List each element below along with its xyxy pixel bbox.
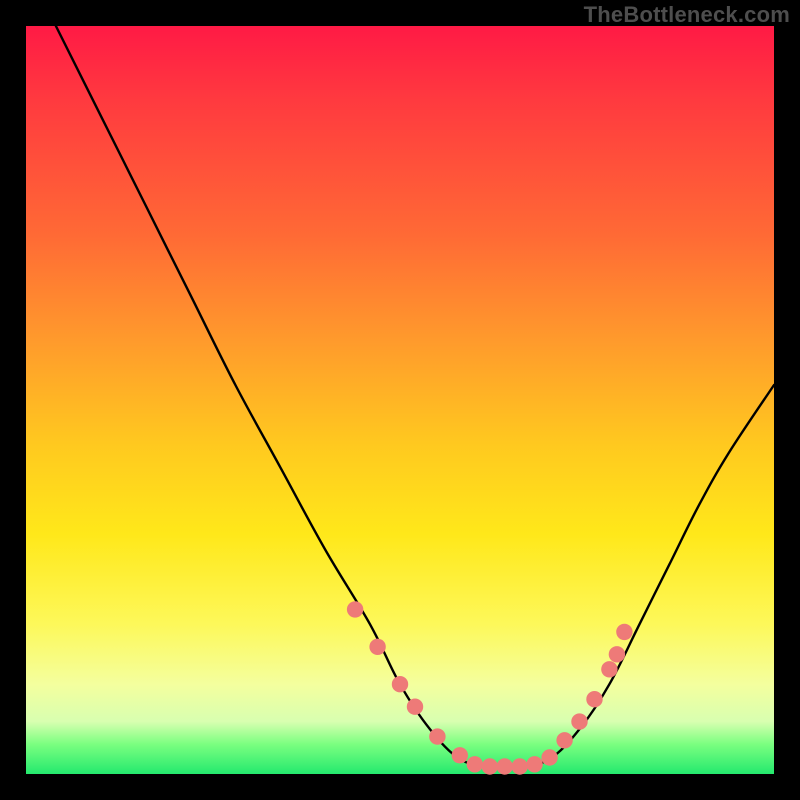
bottleneck-curve bbox=[56, 26, 774, 768]
watermark-text: TheBottleneck.com bbox=[584, 2, 790, 28]
threshold-dot bbox=[609, 646, 625, 662]
threshold-dot bbox=[467, 756, 483, 772]
threshold-dot bbox=[541, 749, 557, 765]
curve-svg bbox=[26, 26, 774, 774]
threshold-dot bbox=[407, 699, 423, 715]
threshold-dot bbox=[497, 758, 513, 774]
threshold-dot bbox=[601, 661, 617, 677]
threshold-dot bbox=[526, 756, 542, 772]
plot-area bbox=[26, 26, 774, 774]
threshold-dot bbox=[392, 676, 408, 692]
threshold-dot bbox=[571, 713, 587, 729]
threshold-dot bbox=[616, 624, 632, 640]
threshold-dot bbox=[429, 728, 445, 744]
threshold-dot bbox=[556, 732, 572, 748]
threshold-dot bbox=[512, 758, 528, 774]
threshold-dot bbox=[369, 639, 385, 655]
threshold-dot bbox=[482, 758, 498, 774]
chart-frame: TheBottleneck.com bbox=[0, 0, 800, 800]
threshold-dot bbox=[347, 601, 363, 617]
threshold-dot bbox=[586, 691, 602, 707]
threshold-dots bbox=[347, 601, 633, 775]
threshold-dot bbox=[452, 747, 468, 763]
